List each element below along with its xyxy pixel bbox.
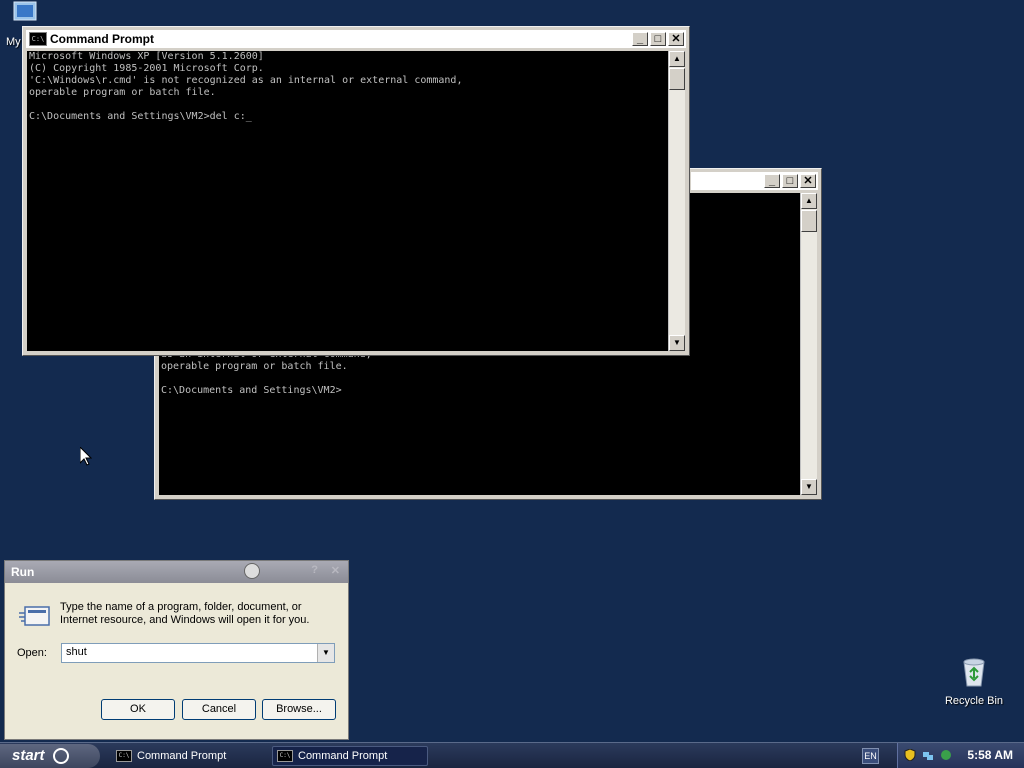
recycle-bin-label: Recycle Bin [944,695,1004,707]
vertical-scrollbar[interactable]: ▲ ▼ [800,193,817,495]
scroll-down-arrow-icon[interactable]: ▼ [669,335,685,351]
clock[interactable]: 5:58 AM [967,748,1013,762]
language-indicator[interactable]: EN [862,748,879,764]
console-icon: C:\ [116,750,132,762]
run-title: Run [11,565,35,579]
console-line: C:\Documents and Settings\VM2> [161,385,342,396]
windows-orb-icon [52,748,69,765]
run-titlebar[interactable]: Run ? ✕ [5,561,348,583]
windows-logo-icon [244,563,260,579]
close-button[interactable]: ✕ [800,174,816,188]
console-line: 'C:\Windows\r.cmd' is not recognized as … [29,75,463,86]
console-output-front[interactable]: Microsoft Windows XP [Version 5.1.2600](… [27,51,668,351]
open-label: Open: [17,647,47,659]
maximize-button[interactable]: □ [782,174,798,188]
run-icon [19,606,50,626]
back-window-titlebar[interactable]: _ □ ✕ [691,172,818,190]
scroll-thumb[interactable] [669,68,685,90]
console-line: operable program or batch file. [161,361,348,372]
chevron-down-icon[interactable]: ▼ [317,644,334,662]
console-icon: C:\ [277,750,293,762]
recycle-bin[interactable]: Recycle Bin [942,656,1006,707]
close-button[interactable]: ✕ [331,564,340,577]
vertical-scrollbar[interactable]: ▲ ▼ [668,51,685,351]
run-description: Type the name of a program, folder, docu… [60,601,310,626]
ok-button[interactable]: OK [101,699,175,720]
maximize-button[interactable]: □ [650,32,666,46]
taskbar-item-command-prompt-active[interactable]: C:\ Command Prompt [272,746,428,766]
minimize-button[interactable]: _ [632,32,648,46]
start-button[interactable]: start [0,744,100,768]
task-label: Command Prompt [137,750,227,762]
help-button[interactable]: ? [311,564,318,576]
open-input[interactable]: shut ▼ [61,643,335,663]
taskbar: start C:\ Command Prompt C:\ Command Pro… [0,742,1024,768]
scroll-up-arrow-icon[interactable]: ▲ [669,51,685,67]
scroll-down-arrow-icon[interactable]: ▼ [801,479,817,495]
console-icon[interactable]: C:\ [29,32,47,46]
minimize-button[interactable]: _ [764,174,780,188]
cancel-button[interactable]: Cancel [182,699,256,720]
shield-icon[interactable] [904,749,916,761]
network-icon[interactable] [922,749,934,761]
recycle-bin-icon [963,658,985,687]
console-line: operable program or batch file. [29,87,216,98]
console-line: Microsoft Windows XP [Version 5.1.2600] [29,51,264,62]
mouse-cursor-icon [80,447,92,466]
update-icon[interactable] [940,749,952,761]
front-window-title: Command Prompt [50,32,155,46]
my-computer-label: My [6,36,21,48]
close-button[interactable]: ✕ [668,32,684,46]
run-dialog[interactable]: Run ? ✕ Type the name of a program, fold… [4,560,349,740]
taskbar-item-command-prompt[interactable]: C:\ Command Prompt [112,746,268,766]
console-window-front[interactable]: C:\ Command Prompt _ □ ✕ Microsoft Windo… [22,26,690,356]
open-input-value: shut [66,646,87,658]
scroll-up-arrow-icon[interactable]: ▲ [801,193,817,209]
console-line: C:\Documents and Settings\VM2>del c:_ [29,111,252,122]
task-label: Command Prompt [298,750,388,762]
scroll-thumb[interactable] [801,210,817,232]
front-window-titlebar[interactable]: C:\ Command Prompt _ □ ✕ [26,30,686,48]
browse-button[interactable]: Browse... [262,699,336,720]
console-line: (C) Copyright 1985-2001 Microsoft Corp. [29,63,264,74]
system-tray: 5:58 AM [897,743,1024,768]
start-label: start [12,747,45,764]
